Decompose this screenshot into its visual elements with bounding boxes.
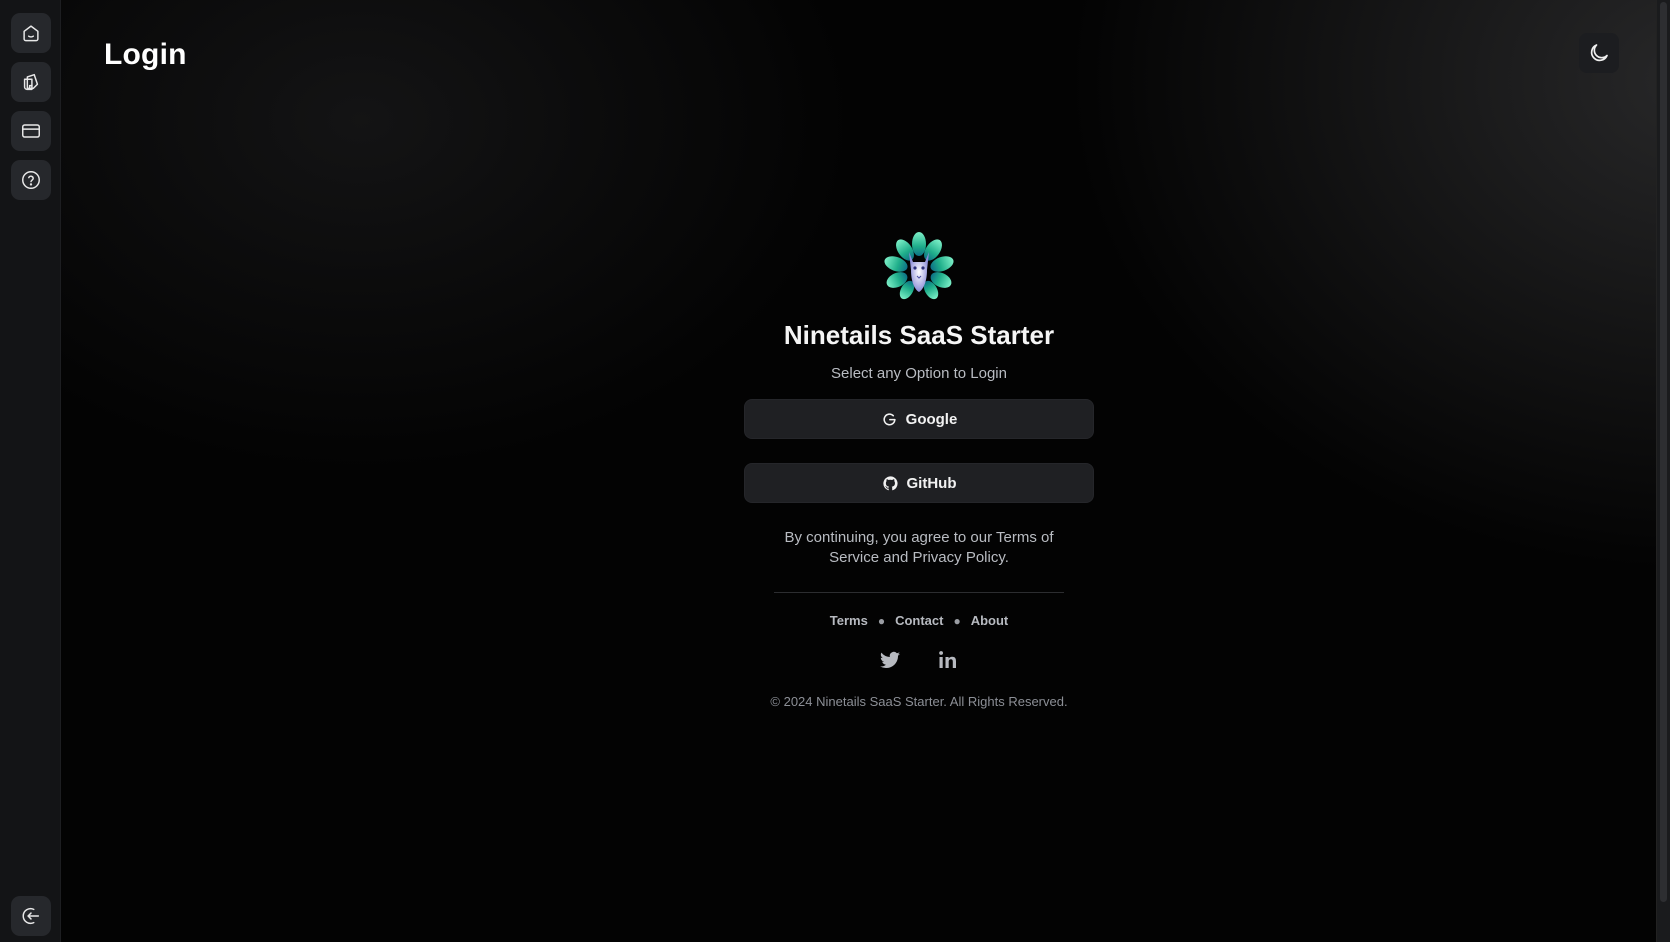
logout-icon xyxy=(22,907,40,925)
footer-links: Terms ● Contact ● About xyxy=(830,613,1009,628)
linkedin-icon[interactable] xyxy=(936,648,960,672)
footer-link-terms[interactable]: Terms xyxy=(830,613,868,628)
copyright: © 2024 Ninetails SaaS Starter. All Right… xyxy=(770,694,1068,709)
google-icon xyxy=(883,412,896,425)
ninetails-logo xyxy=(884,232,954,300)
google-login-button[interactable]: Google xyxy=(744,399,1094,439)
main-content: Login Ninetails SaaS Starter Select any … xyxy=(61,0,1670,942)
login-subtitle: Select any Option to Login xyxy=(831,365,1007,382)
terms-note: By continuing, you agree to our Terms of… xyxy=(784,529,1054,566)
separator-dot: ● xyxy=(877,613,886,628)
twitter-icon[interactable] xyxy=(878,648,902,672)
github-icon xyxy=(882,475,898,490)
sidebar-item-pages[interactable] xyxy=(11,62,51,102)
login-panel: Ninetails SaaS Starter Select any Option… xyxy=(743,230,1095,709)
separator-dot: ● xyxy=(953,613,961,628)
social-links xyxy=(878,648,960,672)
github-login-label: GitHub xyxy=(906,474,957,492)
google-login-label: Google xyxy=(905,410,958,428)
theme-toggle-button[interactable] xyxy=(1579,33,1619,73)
scrollbar-thumb[interactable] xyxy=(1660,2,1667,902)
app: Login Ninetails SaaS Starter Select any … xyxy=(0,0,1670,942)
page-title: Login xyxy=(104,38,187,71)
sidebar-item-help[interactable] xyxy=(11,160,51,200)
sidebar-item-billing[interactable] xyxy=(11,111,51,151)
credit-card-icon xyxy=(22,124,40,138)
logout-button[interactable] xyxy=(11,896,51,936)
footer-link-about[interactable]: About xyxy=(971,613,1009,628)
footer-link-contact[interactable]: Contact xyxy=(895,613,943,628)
sticky-notes-icon xyxy=(23,73,39,91)
sidebar xyxy=(0,0,61,942)
help-circle-icon xyxy=(22,171,40,189)
scrollbar[interactable] xyxy=(1656,0,1670,942)
divider xyxy=(774,592,1064,593)
github-login-button[interactable]: GitHub xyxy=(744,463,1094,503)
sidebar-item-home[interactable] xyxy=(11,13,51,53)
home-icon xyxy=(23,25,39,42)
moon-icon xyxy=(1590,44,1608,62)
app-name: Ninetails SaaS Starter xyxy=(783,320,1055,350)
